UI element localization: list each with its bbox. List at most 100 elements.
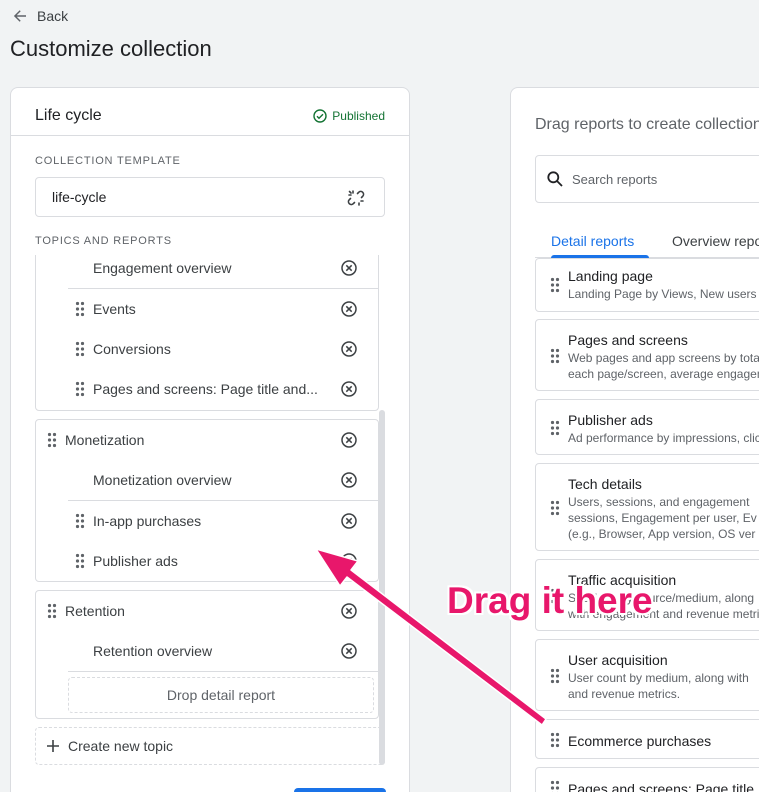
create-topic-button[interactable]: Create new topic bbox=[35, 727, 385, 765]
report-description: each page/screen, average engagement bbox=[568, 367, 759, 381]
report-item-label: Publisher ads bbox=[93, 553, 178, 569]
library-title: Drag reports to create collection bbox=[535, 116, 759, 133]
topics-list: Engagement overview Events Conversions P… bbox=[11, 255, 409, 775]
report-description: User count by medium, along with bbox=[568, 671, 749, 685]
report-item[interactable]: In-app purchases bbox=[36, 501, 378, 541]
report-description: Landing Page by Views, New users bbox=[568, 287, 757, 301]
report-card-publisher-ads[interactable]: Publisher ads Ad performance by impressi… bbox=[535, 399, 759, 455]
tab-bar: Detail reports Overview reports bbox=[535, 228, 759, 258]
tab-overview-reports[interactable]: Overview reports bbox=[672, 233, 759, 249]
topic-card-retention: Retention Retention overview Drop detail… bbox=[35, 590, 379, 719]
status-badge: Published bbox=[313, 109, 385, 123]
report-item-label: Engagement overview bbox=[93, 260, 232, 276]
drag-handle-icon[interactable] bbox=[75, 513, 85, 529]
topic-card-engagement: Engagement overview Events Conversions P… bbox=[35, 255, 379, 411]
report-item[interactable]: Publisher ads bbox=[36, 541, 378, 581]
report-item[interactable]: Pages and screens: Page title and... bbox=[36, 369, 378, 409]
annotation-text: Drag it here bbox=[447, 580, 653, 621]
status-label: Published bbox=[332, 109, 385, 123]
topic-header[interactable]: Monetization bbox=[36, 420, 378, 460]
report-card-ecommerce-purchases[interactable]: Ecommerce purchases bbox=[535, 719, 759, 759]
report-item-label: Monetization overview bbox=[93, 472, 232, 488]
topic-card-monetization: Monetization Monetization overview In-ap… bbox=[35, 419, 379, 582]
plus-icon bbox=[47, 740, 59, 752]
drag-handle-icon[interactable] bbox=[75, 341, 85, 357]
topic-name: Retention bbox=[65, 603, 125, 619]
remove-icon[interactable] bbox=[340, 552, 358, 570]
drag-handle-icon[interactable] bbox=[75, 381, 85, 397]
report-title: Landing page bbox=[568, 268, 653, 284]
report-item[interactable]: Retention overview bbox=[36, 631, 378, 671]
report-title: User acquisition bbox=[568, 652, 668, 668]
report-card-tech-details[interactable]: Tech details Users, sessions, and engage… bbox=[535, 463, 759, 551]
collection-header: Life cycle Published bbox=[11, 88, 409, 136]
drag-handle-icon[interactable] bbox=[550, 668, 560, 684]
report-title: Publisher ads bbox=[568, 412, 653, 428]
search-input[interactable] bbox=[572, 171, 759, 187]
arrow-back-icon bbox=[13, 10, 26, 22]
back-label: Back bbox=[37, 8, 69, 24]
report-item-label: Conversions bbox=[93, 341, 171, 357]
drag-handle-icon[interactable] bbox=[550, 500, 560, 516]
drag-handle-icon[interactable] bbox=[550, 348, 560, 364]
template-value: life-cycle bbox=[52, 189, 107, 205]
report-description: (e.g., Browser, App version, OS ver bbox=[568, 527, 756, 541]
report-card-pages-and-screens-page-title[interactable]: Pages and screens: Page title bbox=[535, 767, 759, 792]
report-description: sessions, Engagement per user, Ev bbox=[568, 511, 757, 525]
report-title: Ecommerce purchases bbox=[568, 733, 712, 749]
remove-icon[interactable] bbox=[340, 380, 358, 398]
drag-handle-icon[interactable] bbox=[550, 780, 560, 792]
report-card-user-acquisition[interactable]: User acquisition User count by medium, a… bbox=[535, 639, 759, 711]
create-topic-label: Create new topic bbox=[68, 738, 174, 754]
drag-handle-icon[interactable] bbox=[550, 277, 560, 293]
remove-icon[interactable] bbox=[340, 471, 358, 489]
page-title: Customize collection bbox=[10, 36, 212, 61]
report-card-landing-page[interactable]: Landing page Landing Page by Views, New … bbox=[535, 258, 759, 312]
check-circle-icon bbox=[313, 109, 327, 123]
report-item[interactable]: Conversions bbox=[36, 329, 378, 369]
save-button[interactable] bbox=[294, 788, 386, 792]
drag-handle-icon[interactable] bbox=[75, 553, 85, 569]
tab-detail-reports[interactable]: Detail reports bbox=[551, 233, 634, 249]
drop-zone[interactable]: Drop detail report bbox=[68, 677, 374, 713]
report-item-label: Events bbox=[93, 301, 136, 317]
drag-handle-icon[interactable] bbox=[47, 603, 57, 619]
remove-icon[interactable] bbox=[340, 642, 358, 660]
topic-header[interactable]: Retention bbox=[36, 591, 378, 631]
remove-icon[interactable] bbox=[340, 602, 358, 620]
drag-handle-icon[interactable] bbox=[550, 732, 560, 748]
scrollbar[interactable] bbox=[379, 410, 385, 765]
report-title: Pages and screens: Page title bbox=[568, 781, 755, 792]
topics-section-label: TOPICS AND REPORTS bbox=[35, 235, 172, 247]
search-box[interactable] bbox=[535, 155, 759, 203]
remove-icon[interactable] bbox=[340, 340, 358, 358]
report-item[interactable]: Monetization overview bbox=[36, 460, 378, 500]
remove-icon[interactable] bbox=[340, 300, 358, 318]
report-description: Ad performance by impressions, clicks bbox=[568, 431, 759, 445]
drag-handle-icon[interactable] bbox=[47, 432, 57, 448]
report-library-panel: Drag reports to create collection Detail… bbox=[510, 87, 759, 792]
drag-handle-icon[interactable] bbox=[75, 301, 85, 317]
report-title: Tech details bbox=[568, 476, 642, 492]
collection-template-field[interactable]: life-cycle bbox=[35, 177, 385, 217]
report-item-label: Retention overview bbox=[93, 643, 213, 659]
drag-handle-icon[interactable] bbox=[550, 420, 560, 436]
topic-name: Monetization bbox=[65, 432, 145, 448]
back-link[interactable]: Back bbox=[12, 6, 68, 26]
report-description: Web pages and app screens by total bbox=[568, 351, 759, 365]
remove-icon[interactable] bbox=[340, 512, 358, 530]
collection-editor-panel: Life cycle Published COLLECTION TEMPLATE… bbox=[10, 87, 410, 792]
unlink-icon[interactable] bbox=[346, 188, 366, 208]
report-item[interactable]: Engagement overview bbox=[36, 255, 378, 288]
divider bbox=[68, 671, 378, 672]
report-card-pages-and-screens[interactable]: Pages and screens Web pages and app scre… bbox=[535, 319, 759, 391]
report-title: Pages and screens bbox=[568, 332, 688, 348]
report-description: Users, sessions, and engagement bbox=[568, 495, 750, 509]
remove-icon[interactable] bbox=[340, 259, 358, 277]
report-item[interactable]: Events bbox=[36, 289, 378, 329]
template-section-label: COLLECTION TEMPLATE bbox=[35, 155, 181, 167]
report-item-label: In-app purchases bbox=[93, 513, 202, 529]
report-item-label: Pages and screens: Page title and... bbox=[93, 381, 318, 397]
remove-icon[interactable] bbox=[340, 431, 358, 449]
search-icon bbox=[547, 171, 563, 187]
